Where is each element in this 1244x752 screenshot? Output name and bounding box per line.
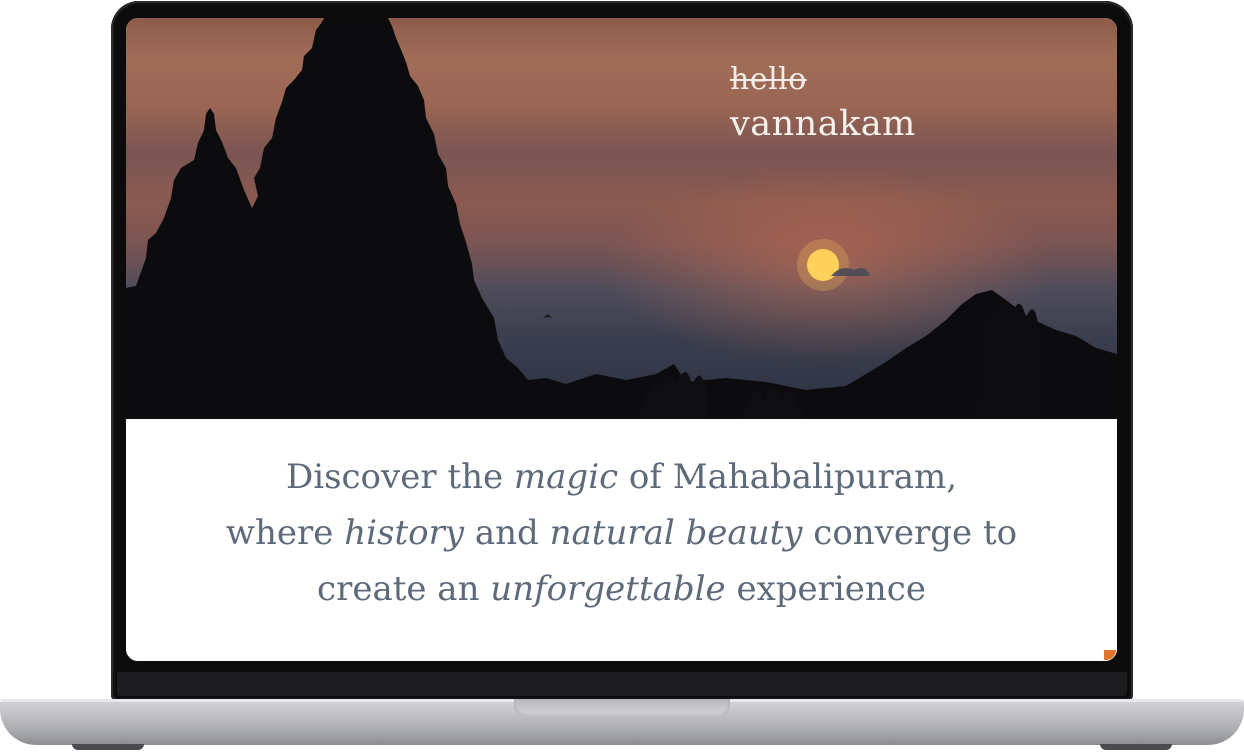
temple-silhouette-illustration [126,18,1117,419]
tagline-emphasis-magic: magic [513,457,619,497]
tagline-emphasis-history: history [344,513,465,553]
greeting-struck-hello: hello [730,62,807,97]
laptop-foot-right [1100,744,1172,750]
laptop-foot-left [72,744,144,750]
tagline-emphasis-natural-beauty: natural beauty [549,513,803,553]
temple-silhouette [126,18,1117,419]
bird-icon [543,314,552,318]
tagline-panel: Discover the magic of Mahabalipuram, whe… [126,419,1117,661]
tagline-text: Discover the magic of Mahabalipuram, whe… [225,457,1018,609]
laptop-bezel-bottom [117,672,1127,696]
laptop-opening-notch [514,699,730,717]
laptop-screen: hello vannakam Discover the magic of Mah… [126,18,1117,661]
tagline-emphasis-unforgettable: unforgettable [490,569,726,609]
greeting-vannakam: vannakam [730,104,916,144]
hero-sunset-image: hello vannakam [126,18,1117,419]
